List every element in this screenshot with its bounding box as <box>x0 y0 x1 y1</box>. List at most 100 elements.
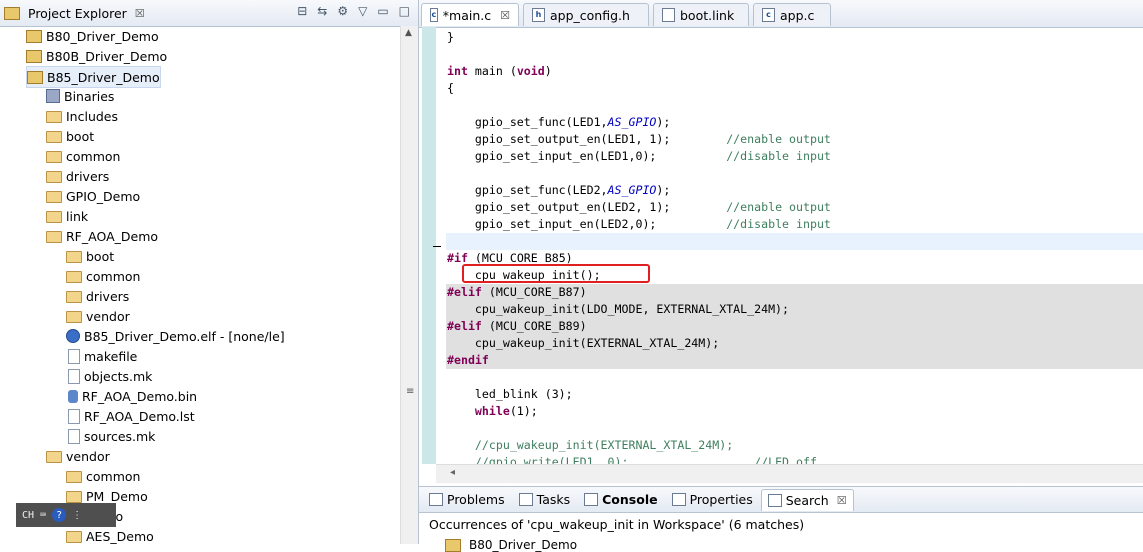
code-line[interactable] <box>446 233 1143 250</box>
editor-tab[interactable]: h app_config.h <box>523 3 649 26</box>
tree-item-label: RF_AOA_Demo.lst <box>84 408 195 424</box>
project-icon <box>445 538 461 552</box>
tree-item[interactable]: AES_Demo <box>66 526 154 544</box>
code-line[interactable] <box>446 165 1143 182</box>
folder-icon <box>66 491 82 503</box>
project-tree: B80_Driver_Demo B80B_Driver_Demo B85_Drive… <box>0 26 400 544</box>
tab-tasks[interactable]: Tasks <box>513 489 577 511</box>
tree-item[interactable]: Binaries <box>46 86 114 106</box>
tab-search[interactable]: Search ☒ <box>760 488 854 511</box>
link-with-editor-icon[interactable]: ⇆ <box>317 4 327 18</box>
tree-item[interactable]: RF_AOA_Demo.bin <box>66 386 197 406</box>
collapse-all-icon[interactable]: ⊟ <box>297 4 307 18</box>
code-line[interactable]: #endif <box>446 352 1143 369</box>
minimize-icon[interactable]: ▭ <box>377 4 388 18</box>
code-line[interactable]: //gpio_write(LED1, 0); //LED off <box>446 454 1143 464</box>
code-line[interactable]: #elif (MCU_CORE_B89) <box>446 318 1143 335</box>
code-line[interactable] <box>446 46 1143 63</box>
code-line[interactable]: //cpu_wakeup_init(EXTERNAL_XTAL_24M); <box>446 437 1143 454</box>
code-line[interactable]: led_blink (3); <box>446 386 1143 403</box>
code-line[interactable]: gpio_set_input_en(LED1,0); //disable inp… <box>446 148 1143 165</box>
code-line[interactable]: gpio_set_input_en(LED2,0); //disable inp… <box>446 216 1143 233</box>
tree-item[interactable]: B85_Driver_Demo.elf - [none/le] <box>66 326 285 346</box>
close-icon[interactable]: ☒ <box>135 7 145 20</box>
folder-icon <box>66 311 82 323</box>
code-line[interactable]: gpio_set_func(LED2,AS_GPIO); <box>446 182 1143 199</box>
help-icon[interactable]: ? <box>52 508 67 522</box>
editor-tab-label: *main.c <box>442 7 492 23</box>
editor-hscrollbar[interactable]: ◂ <box>436 464 1143 483</box>
tree-item[interactable]: vendor <box>46 446 110 466</box>
tab-console[interactable]: Console <box>578 489 663 511</box>
tree-item-label: vendor <box>66 448 110 464</box>
keyboard-icon[interactable]: ⌨ <box>40 510 46 521</box>
code-line[interactable]: #elif (MCU_CORE_B87) <box>446 284 1143 301</box>
explorer-scrollbar[interactable]: ▲ ≡ <box>400 26 418 544</box>
folder-icon <box>46 151 62 163</box>
tree-item[interactable]: B80_Driver_Demo <box>26 26 159 46</box>
tree-item[interactable]: RF_AOA_Demo.lst <box>66 406 195 426</box>
tree-item-label: B80_Driver_Demo <box>46 28 159 44</box>
bottom-tabbar: Problems Tasks Console Properties Search ☒ <box>419 487 1143 513</box>
tree-item-label: common <box>86 468 141 484</box>
tree-item-label: Binaries <box>64 88 115 104</box>
tree-item[interactable]: B80B_Driver_Demo <box>26 46 167 66</box>
code-line[interactable]: gpio_set_func(LED1,AS_GPIO); <box>446 114 1143 131</box>
close-icon[interactable]: ☒ <box>500 9 510 22</box>
close-icon[interactable]: ☒ <box>837 494 847 507</box>
tree-item[interactable]: common <box>66 266 140 286</box>
tree-item[interactable]: common <box>46 146 120 166</box>
maximize-icon[interactable]: □ <box>399 4 410 18</box>
tree-item[interactable]: B85_Driver_Demo <box>26 66 161 88</box>
editor-tab-label: app_config.h <box>550 7 630 23</box>
tab-project-explorer[interactable]: Project Explorer ☒ <box>4 3 145 23</box>
code-line[interactable]: } <box>446 29 1143 46</box>
tree-item[interactable]: boot <box>46 126 94 146</box>
tree-item[interactable]: GPIO_Demo <box>46 186 140 206</box>
tab-properties[interactable]: Properties <box>666 489 759 511</box>
code-line[interactable]: gpio_set_output_en(LED1, 1); //enable ou… <box>446 131 1143 148</box>
ime-language[interactable]: CH <box>22 510 34 521</box>
code-editor: c *main.c ☒ h app_config.h boot.link c app.c } i… <box>419 0 1143 484</box>
ime-more-icon[interactable]: ⋮ <box>72 510 82 521</box>
tree-item-label: AES_Demo <box>86 528 154 544</box>
tab-problems[interactable]: Problems <box>423 489 511 511</box>
editor-tab[interactable]: c app.c <box>753 3 831 26</box>
code-area[interactable]: } int main (void){ gpio_set_func(LED1,AS_… <box>446 27 1143 464</box>
code-line[interactable]: { <box>446 80 1143 97</box>
scroll-left-icon[interactable]: ◂ <box>450 467 455 478</box>
caret-marker <box>433 246 441 247</box>
scroll-grip-icon[interactable]: ≡ <box>406 386 414 397</box>
tree-item[interactable]: link <box>46 206 88 226</box>
filter-icon[interactable]: ⚙ <box>337 4 348 18</box>
search-result-row[interactable]: B80_Driver_Demo <box>419 538 1143 552</box>
tree-item[interactable]: sources.mk <box>66 426 155 446</box>
code-line[interactable] <box>446 97 1143 114</box>
code-line[interactable] <box>446 420 1143 437</box>
view-menu-icon[interactable]: ▽ <box>358 4 367 18</box>
code-line[interactable] <box>446 369 1143 386</box>
tree-item[interactable]: drivers <box>46 166 109 186</box>
code-line[interactable]: cpu_wakeup_init(LDO_MODE, EXTERNAL_XTAL_… <box>446 301 1143 318</box>
folder-icon <box>46 211 62 223</box>
folder-icon <box>66 291 82 303</box>
code-line[interactable]: gpio_set_output_en(LED2, 1); //enable ou… <box>446 199 1143 216</box>
editor-tab[interactable]: boot.link <box>653 3 749 26</box>
tree-item-label: B80B_Driver_Demo <box>46 48 168 64</box>
tree-item[interactable]: boot <box>66 246 114 266</box>
tree-item[interactable]: makefile <box>66 346 137 366</box>
tree-item[interactable]: Includes <box>46 106 118 126</box>
scroll-up-icon[interactable]: ▲ <box>405 28 412 38</box>
editor-tab[interactable]: c *main.c ☒ <box>421 3 519 26</box>
code-line[interactable]: cpu_wakeup_init(EXTERNAL_XTAL_24M); <box>446 335 1143 352</box>
tree-item[interactable]: drivers <box>66 286 129 306</box>
tree-item[interactable]: vendor <box>66 306 130 326</box>
tree-item-label: PM_Demo <box>86 488 148 504</box>
tree-item[interactable]: common <box>66 466 140 486</box>
tree-item[interactable]: RF_AOA_Demo <box>46 226 158 246</box>
tree-item[interactable]: objects.mk <box>66 366 152 386</box>
code-line[interactable]: int main (void) <box>446 63 1143 80</box>
ime-toolbar[interactable]: CH ⌨ ? ⋮ <box>16 503 116 527</box>
tree-item-label: common <box>86 268 141 284</box>
code-line[interactable]: while(1); <box>446 403 1143 420</box>
